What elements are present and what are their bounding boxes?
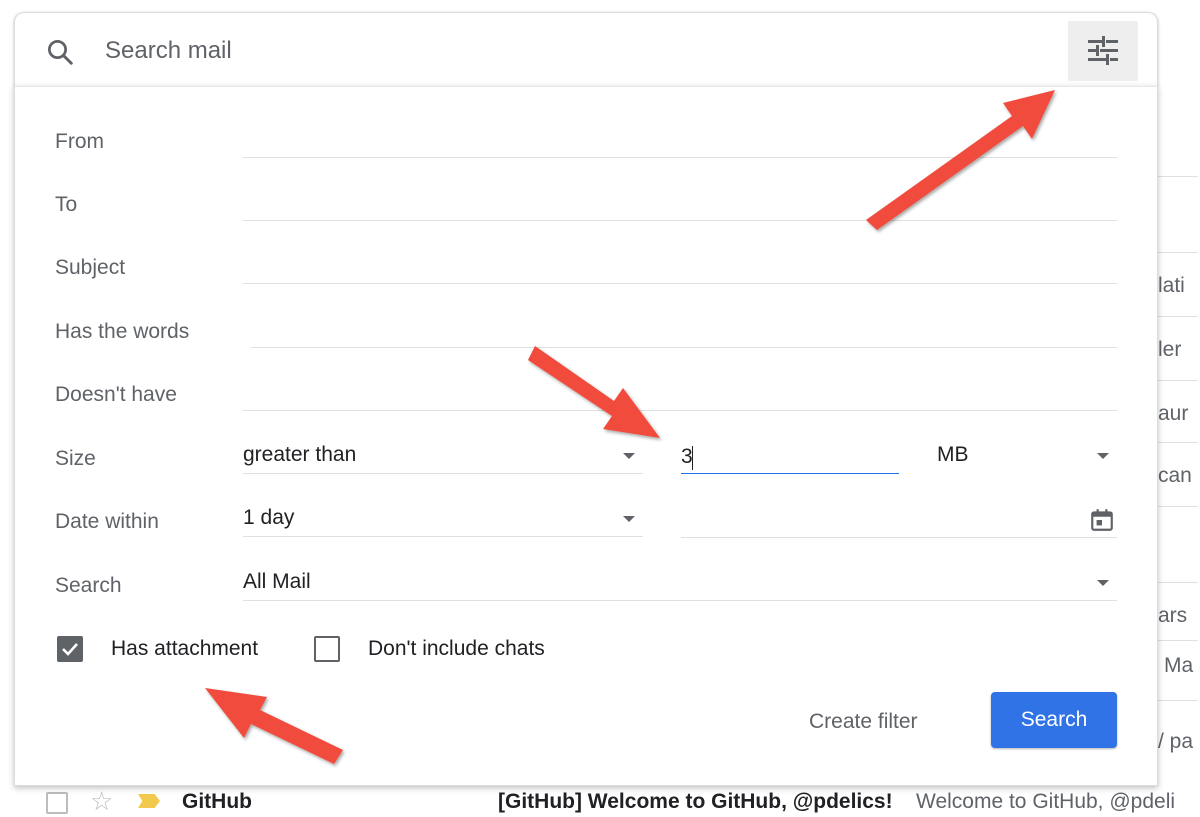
row-sender: GitHub [182, 790, 252, 813]
bg-text-fragment: ler [1158, 338, 1182, 361]
search-bar [14, 12, 1158, 87]
bg-divider [1158, 640, 1198, 641]
chevron-down-icon [1097, 580, 1109, 586]
chevron-down-icon [623, 516, 635, 522]
bg-text-fragment: / pa [1158, 730, 1194, 753]
size-label: Size [55, 447, 96, 470]
date-within-label: Date within [55, 510, 159, 533]
bg-divider [1158, 442, 1198, 443]
bg-text-fragment: lati [1158, 274, 1185, 297]
bg-text-fragment: aur [1158, 402, 1189, 425]
checkmark-icon [62, 643, 78, 656]
star-icon[interactable]: ☆ [90, 786, 113, 817]
bg-divider [1158, 380, 1198, 381]
row-snippet: Welcome to GitHub, @pdeli [916, 790, 1176, 813]
bg-text-fragment: Ma [1164, 654, 1194, 677]
bg-divider [1158, 700, 1198, 701]
date-within-select[interactable]: 1 day [243, 502, 643, 537]
has-words-label: Has the words [55, 320, 190, 343]
subject-field[interactable] [243, 253, 1117, 284]
size-unit-value: MB [937, 443, 969, 466]
importance-marker-icon[interactable] [138, 794, 160, 808]
search-in-select[interactable]: All Mail [243, 566, 1117, 601]
bg-divider [1158, 252, 1198, 253]
to-field[interactable] [243, 190, 1117, 221]
bg-text-fragment: can [1158, 464, 1192, 487]
search-options-button[interactable] [1068, 21, 1138, 81]
size-comparator-value: greater than [243, 443, 357, 466]
bg-divider [1158, 316, 1198, 317]
bg-divider [1158, 176, 1198, 177]
has-words-field[interactable] [251, 317, 1117, 348]
subject-label: Subject [55, 256, 126, 279]
row-checkbox[interactable] [46, 792, 68, 814]
chevron-down-icon [1097, 453, 1109, 459]
from-label: From [55, 130, 104, 153]
search-in-label: Search [55, 574, 122, 597]
has-attachment-label[interactable]: Has attachment [111, 637, 258, 661]
size-comparator-select[interactable]: greater than [243, 439, 643, 474]
size-value-input[interactable]: 3 [681, 441, 899, 474]
calendar-icon[interactable] [1089, 507, 1115, 533]
to-label: To [55, 193, 78, 216]
tune-sliders-icon [1088, 36, 1118, 65]
advanced-search-panel: From To Subject Has the words Doesn't ha… [14, 86, 1158, 786]
bg-divider [1158, 506, 1198, 507]
text-cursor [692, 446, 693, 470]
from-field[interactable] [243, 127, 1117, 158]
search-icon[interactable] [45, 37, 75, 67]
chevron-down-icon [623, 453, 635, 459]
search-in-value: All Mail [243, 570, 311, 593]
date-input[interactable] [681, 505, 1117, 538]
create-filter-button[interactable]: Create filter [809, 707, 918, 737]
search-input[interactable] [105, 33, 1005, 69]
dont-include-chats-checkbox[interactable] [314, 636, 340, 662]
dont-include-chats-label[interactable]: Don't include chats [368, 637, 545, 661]
size-value-text: 3 [681, 445, 693, 468]
bg-divider [1158, 582, 1198, 583]
doesnt-have-label: Doesn't have [55, 383, 177, 406]
has-attachment-checkbox[interactable] [57, 636, 83, 662]
date-within-value: 1 day [243, 506, 295, 529]
size-unit-select[interactable]: MB [937, 439, 1117, 473]
doesnt-have-field[interactable] [243, 380, 1117, 411]
search-button[interactable]: Search [991, 692, 1117, 748]
bg-text-fragment: ars [1158, 604, 1188, 627]
row-subject: [GitHub] Welcome to GitHub, @pdelics! [498, 790, 893, 813]
